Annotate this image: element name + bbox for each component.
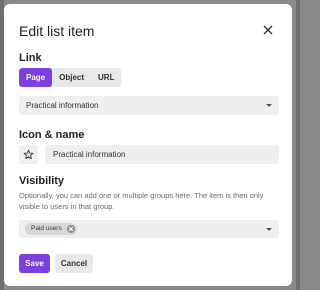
close-icon[interactable] [260, 22, 276, 38]
backdrop-right [296, 0, 300, 290]
star-icon [23, 149, 34, 160]
icon-picker-button[interactable] [19, 145, 38, 164]
remove-chip-icon[interactable] [66, 225, 75, 233]
cancel-button[interactable]: Cancel [55, 254, 93, 273]
visibility-help-text: Optionally, you can add one or multiple … [19, 191, 264, 211]
link-label: Link [19, 52, 42, 64]
edit-list-item-dialog: Edit list item Link Page Object URL Prac… [4, 4, 292, 286]
save-button[interactable]: Save [19, 254, 50, 273]
dialog-title: Edit list item [19, 23, 95, 39]
group-chip-label: Paid users [31, 225, 62, 232]
link-type-object-button[interactable]: Object [52, 68, 91, 87]
icon-name-label: Icon & name [19, 129, 85, 141]
visibility-label: Visibility [19, 175, 65, 187]
link-type-segmented-control: Page Object URL [19, 68, 122, 87]
item-name-input[interactable] [45, 145, 279, 164]
visibility-groups-select[interactable]: Paid users [19, 220, 279, 238]
link-type-url-button[interactable]: URL [91, 68, 121, 87]
link-type-page-button[interactable]: Page [19, 68, 53, 87]
page-select[interactable]: Practical information [19, 96, 279, 115]
dropdown-caret-icon [266, 228, 272, 231]
group-chip-paid-users: Paid users [25, 223, 77, 235]
page-select-value: Practical information [26, 101, 99, 110]
dropdown-caret-icon [266, 104, 272, 107]
